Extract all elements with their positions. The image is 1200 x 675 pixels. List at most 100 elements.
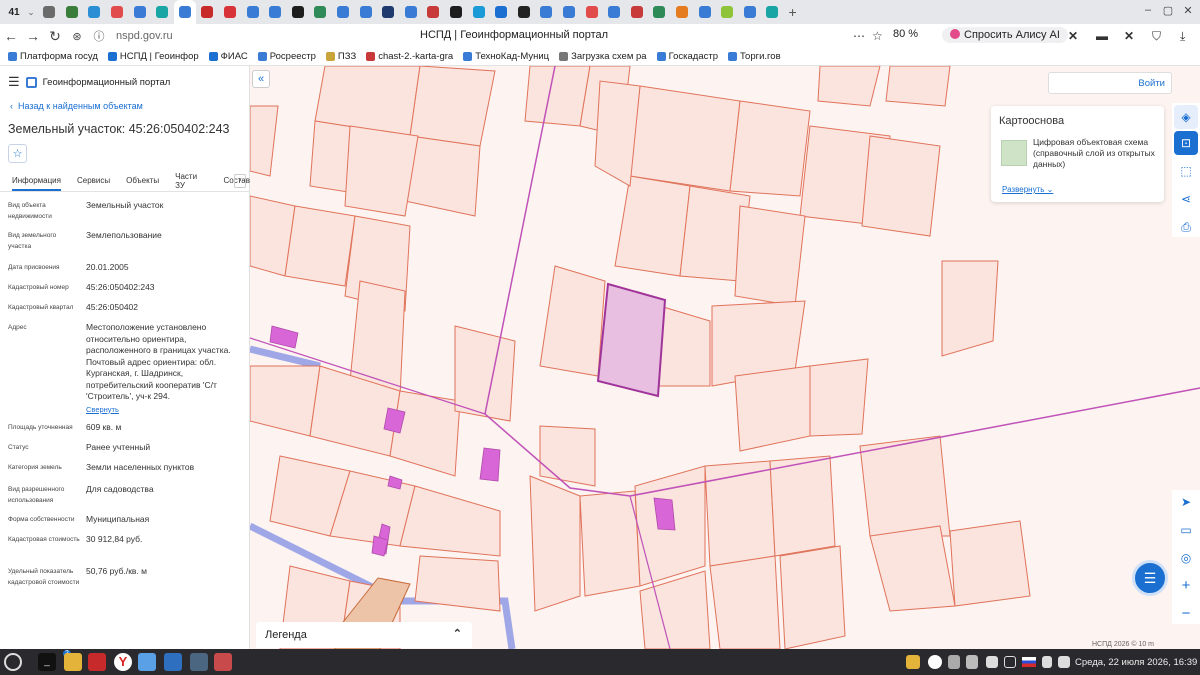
browser-tab[interactable] xyxy=(693,0,716,24)
alice-button[interactable]: Спросить Алису AI xyxy=(942,27,1068,43)
browser-tab[interactable] xyxy=(332,0,355,24)
tab-objects[interactable]: Объекты xyxy=(126,176,159,185)
cadastral-parcel[interactable] xyxy=(734,205,806,307)
print-icon[interactable]: ⎙ xyxy=(1174,215,1198,239)
cadastral-parcel[interactable] xyxy=(539,425,596,487)
cadastral-parcel[interactable] xyxy=(399,485,501,557)
collapse-panel-button[interactable]: « xyxy=(252,70,270,88)
start-menu-icon[interactable] xyxy=(4,653,22,671)
zoom-level[interactable]: 80 % xyxy=(893,28,918,40)
search-location-icon[interactable]: ◎ xyxy=(1174,546,1198,570)
cadastral-parcel[interactable] xyxy=(709,555,781,649)
bookmark-item[interactable]: chast-2.-karta-gra xyxy=(366,51,453,62)
bookmark-item[interactable]: Торги.гов xyxy=(728,51,781,62)
bookmark-item[interactable]: Платформа госуд xyxy=(8,51,98,62)
minimize-icon[interactable]: – xyxy=(1140,4,1156,16)
browser-tab[interactable] xyxy=(377,0,400,24)
cadastral-parcel[interactable] xyxy=(869,525,956,612)
browser-tab[interactable] xyxy=(151,0,174,24)
cadastral-parcel[interactable] xyxy=(885,66,951,107)
site-info-icon[interactable]: ⓘ xyxy=(88,28,110,44)
cadastral-parcel[interactable] xyxy=(344,125,419,217)
browser-tab[interactable] xyxy=(196,0,219,24)
network-icon[interactable] xyxy=(1058,656,1070,668)
building[interactable] xyxy=(479,447,501,482)
tray-app-icon[interactable] xyxy=(906,655,920,669)
browser-tab[interactable] xyxy=(38,0,61,24)
browser-tab[interactable] xyxy=(512,0,535,24)
reload-icon[interactable]: ↻ xyxy=(44,28,66,45)
messenger-icon[interactable] xyxy=(138,653,156,671)
display-icon[interactable] xyxy=(1004,656,1016,668)
extension-icon[interactable]: ✕ xyxy=(1068,29,1078,43)
forward-icon[interactable]: → xyxy=(22,28,44,44)
cadastral-parcel[interactable] xyxy=(941,260,999,357)
browser-tab[interactable] xyxy=(287,0,310,24)
building[interactable] xyxy=(269,325,299,349)
shield-tray-icon[interactable] xyxy=(948,655,960,669)
browser-tab[interactable] xyxy=(264,0,287,24)
browser-tab[interactable] xyxy=(106,0,129,24)
cadastral-parcel[interactable] xyxy=(734,365,811,452)
url-field[interactable]: nspd.gov.ru xyxy=(116,30,173,42)
cadastral-parcel[interactable] xyxy=(769,455,836,557)
bookmark-item[interactable]: Росреестр xyxy=(257,51,316,62)
cadastral-parcel[interactable] xyxy=(409,66,496,147)
cadastral-parcel[interactable] xyxy=(579,490,641,597)
tabs-scroll-right-icon[interactable]: › xyxy=(234,174,246,188)
browser-tab[interactable] xyxy=(761,0,784,24)
cadastral-parcel[interactable] xyxy=(861,135,941,237)
browser-tab[interactable] xyxy=(83,0,106,24)
tab-count[interactable]: 41 xyxy=(4,3,24,21)
window-icon[interactable] xyxy=(190,653,208,671)
hp-icon[interactable] xyxy=(928,655,942,669)
tab-services[interactable]: Сервисы xyxy=(77,176,110,185)
back-icon[interactable]: ← xyxy=(0,28,22,44)
files-icon[interactable] xyxy=(64,653,82,671)
cadastral-parcel[interactable] xyxy=(414,555,501,612)
maximize-icon[interactable]: ▢ xyxy=(1160,4,1176,17)
collections-icon[interactable]: ⛉ xyxy=(1152,29,1161,44)
browser-tab[interactable] xyxy=(173,0,197,24)
browser-tab[interactable] xyxy=(445,0,468,24)
browser-tab[interactable] xyxy=(354,0,377,24)
browser-tab[interactable] xyxy=(580,0,603,24)
cadastral-parcel[interactable] xyxy=(809,358,869,437)
cadastral-parcel[interactable] xyxy=(524,66,591,127)
yandex-browser-icon[interactable]: Y xyxy=(114,653,132,671)
shield-icon[interactable]: ⊛ xyxy=(66,30,88,43)
login-link[interactable]: Войти xyxy=(1138,78,1165,89)
image-viewer-icon[interactable] xyxy=(214,653,232,671)
cadastral-parcel[interactable] xyxy=(250,365,321,437)
browser-tab[interactable] xyxy=(558,0,581,24)
close-icon[interactable]: ✕ xyxy=(1180,4,1196,17)
download-icon[interactable]: ⤓ xyxy=(1180,29,1185,44)
cadastral-parcel[interactable] xyxy=(250,105,279,177)
measure-icon[interactable]: ▭ xyxy=(1174,518,1198,542)
cadastral-parcel[interactable] xyxy=(729,100,811,197)
legend-panel[interactable]: Легенда ⌃ xyxy=(256,622,472,648)
cadastral-parcel[interactable] xyxy=(779,545,846,649)
cadastral-parcel[interactable] xyxy=(817,66,881,107)
bookmark-icon[interactable]: ☆ xyxy=(872,29,883,43)
cadastral-parcel[interactable] xyxy=(859,435,951,537)
cadastral-parcel[interactable] xyxy=(529,475,581,612)
cadastral-parcel[interactable] xyxy=(389,390,461,477)
terminal-icon[interactable]: _ xyxy=(38,653,56,671)
bookmark-item[interactable]: ФИАС xyxy=(208,51,248,62)
browser-tab[interactable] xyxy=(738,0,761,24)
browser-tab[interactable] xyxy=(400,0,423,24)
building[interactable] xyxy=(653,497,676,531)
browser-tab[interactable] xyxy=(422,0,445,24)
share-icon[interactable]: ⋖ xyxy=(1174,187,1198,211)
media-player-icon[interactable] xyxy=(88,653,106,671)
extension-icon[interactable]: ✕ xyxy=(1124,29,1134,43)
back-to-results-link[interactable]: ‹ Назад к найденным объектам xyxy=(10,101,143,111)
browser-tab[interactable] xyxy=(309,0,332,24)
zoom-in-icon[interactable]: + xyxy=(1174,574,1198,598)
hat-icon[interactable]: ▬ xyxy=(1096,29,1108,43)
cadastral-parcel[interactable] xyxy=(539,265,606,377)
language-flag-icon[interactable] xyxy=(1022,657,1036,667)
more-icon[interactable]: ⋯ xyxy=(853,29,865,43)
cadastral-parcel[interactable] xyxy=(629,85,741,192)
